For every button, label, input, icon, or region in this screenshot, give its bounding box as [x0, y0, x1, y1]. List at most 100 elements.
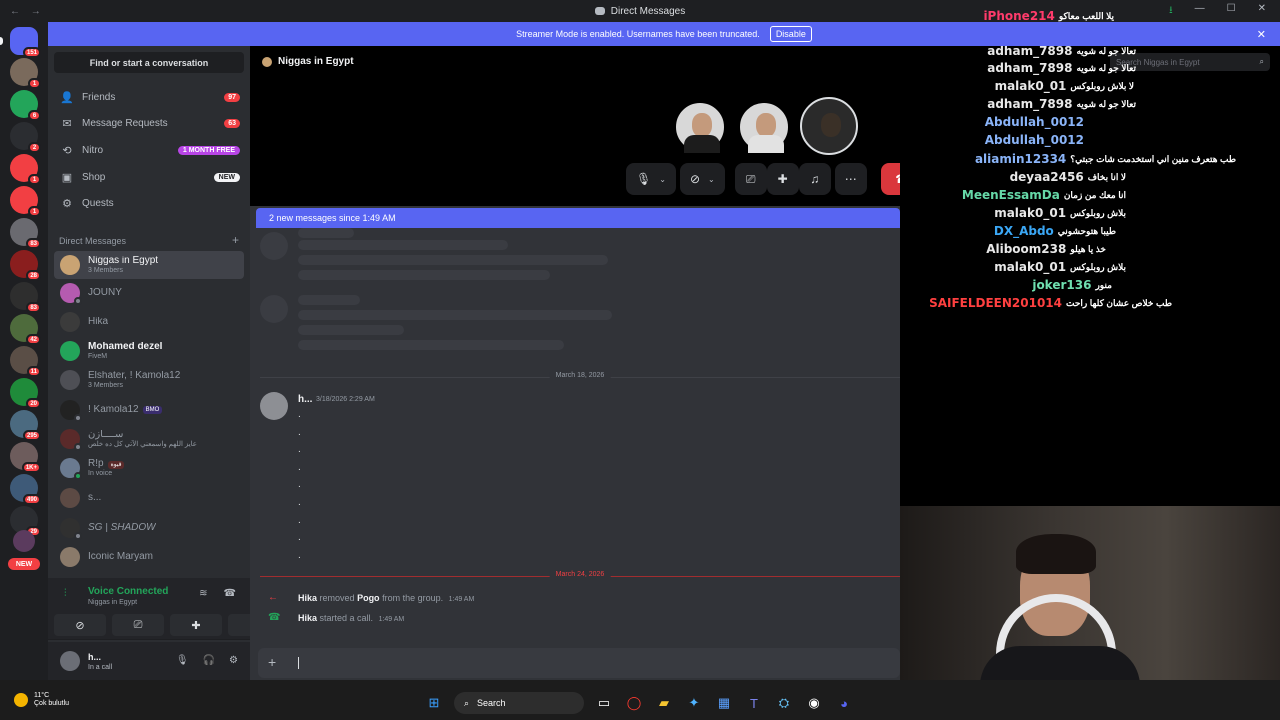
dm-item[interactable]: Elshater, ! Kamola12 3 Members [54, 366, 244, 394]
microphone-icon[interactable]: 🎙 [176, 655, 189, 666]
create-dm-button[interactable]: + [232, 234, 239, 246]
copilot-icon[interactable]: ✦ [684, 693, 704, 713]
actor-name[interactable]: Hika [298, 593, 317, 603]
nav-quests[interactable]: ⚙ Quests [54, 191, 244, 215]
author-name[interactable]: h... [298, 394, 312, 405]
message-line: . [298, 444, 301, 456]
unread-badge: 11 [26, 366, 41, 377]
server-icon[interactable]: 42 [10, 314, 41, 345]
forward-arrow-icon[interactable]: → [31, 6, 41, 17]
status-dot [74, 532, 82, 540]
actor-name[interactable]: Hika [298, 613, 317, 623]
maximize-button[interactable]: ☐ [1227, 3, 1236, 20]
dm-item[interactable]: SG | SHADOW [54, 514, 244, 542]
windows-start-icon[interactable]: ⊞ [424, 693, 444, 713]
camera-button[interactable]: ⊘ ⌄ [679, 163, 725, 195]
dm-item[interactable]: Hika [54, 308, 244, 336]
dm-item[interactable]: ســــازن عايز اللهم واسمعني الآتي كل ده خ… [54, 425, 244, 453]
discord-taskbar-icon[interactable]: ◕ [834, 693, 854, 713]
task-view-icon[interactable]: ▭ [594, 693, 614, 713]
voice-channel-name[interactable]: Niggas in Egypt [88, 599, 137, 606]
server-icon[interactable]: 1 [10, 154, 41, 185]
server-icon[interactable]: 83 [10, 282, 41, 313]
dm-activity: FiveM [88, 352, 108, 360]
nav-shop[interactable]: ▣ Shop NEW [54, 165, 244, 189]
participant-avatar[interactable] [800, 97, 858, 155]
more-options-button[interactable]: ⋯ [834, 163, 867, 195]
headphones-icon[interactable]: 🎧 [203, 655, 215, 666]
activity-button[interactable]: ✚ [766, 163, 799, 195]
server-icon[interactable] [13, 530, 35, 552]
server-icon[interactable]: 20 [10, 378, 41, 409]
file-explorer-icon[interactable]: ▰ [654, 693, 674, 713]
target-name[interactable]: Pogo [357, 593, 380, 603]
signal-icon[interactable]: ⫶ [64, 588, 67, 599]
app-icon[interactable]: ◉ [804, 693, 824, 713]
requests-badge: 63 [224, 118, 240, 128]
participant-avatar[interactable] [738, 101, 790, 153]
new-messages-bar[interactable]: 2 new messages since 1:49 AM [256, 208, 900, 228]
close-icon[interactable]: ✕ [1257, 28, 1266, 41]
find-conversation-button[interactable]: Find or start a conversation [54, 52, 244, 73]
server-icon[interactable]: 1K+ [10, 442, 41, 473]
chat-username: deyaa2456 [1009, 170, 1084, 184]
dm-item[interactable]: s... [54, 484, 244, 512]
text-cursor [298, 657, 299, 669]
back-arrow-icon[interactable]: ← [10, 6, 20, 17]
streamer-hair [1016, 534, 1096, 574]
download-icon[interactable]: ⭳ [1169, 3, 1173, 20]
user-name[interactable]: h... [88, 652, 101, 662]
message-composer[interactable]: + [258, 648, 900, 678]
activities-button[interactable]: ✚ [170, 614, 222, 636]
nav-message-requests[interactable]: ✉ Message Requests 63 [54, 111, 244, 135]
direct-messages-home-button[interactable]: 151 [10, 27, 41, 58]
disable-streamer-mode-button[interactable]: Disable [769, 26, 812, 42]
server-icon[interactable]: 28 [10, 250, 41, 281]
server-icon[interactable]: 83 [10, 218, 41, 249]
body [748, 135, 784, 153]
server-icon[interactable]: 2 [10, 122, 41, 153]
dm-item[interactable]: ! Kamola12 BMO [54, 396, 244, 424]
share-screen-button[interactable]: ⎚ [734, 163, 767, 195]
history-nav[interactable]: ← → [10, 6, 41, 17]
participant-avatar[interactable] [674, 101, 726, 153]
settings-gear-icon[interactable]: ⚙ [229, 655, 238, 666]
server-icon[interactable]: 295 [10, 410, 41, 441]
teams-icon[interactable]: T [744, 693, 764, 713]
dm-name: Iconic Maryam [88, 551, 154, 562]
disconnect-icon[interactable]: ☎ [224, 588, 236, 599]
nav-friends[interactable]: 👤 Friends 97 [54, 85, 244, 109]
noise-suppression-icon[interactable]: ≋ [199, 588, 207, 599]
opera-gx-icon[interactable]: ◯ [624, 693, 644, 713]
weather-widget[interactable]: 11°C Çok bulutlu [14, 692, 69, 709]
server-icon[interactable]: 6 [10, 90, 41, 121]
chevron-down-icon[interactable]: ⌄ [659, 175, 666, 184]
dm-item[interactable]: JOUNY [54, 279, 244, 307]
server-icon[interactable]: 1 [10, 186, 41, 217]
close-window-button[interactable]: ✕ [1258, 3, 1266, 20]
dm-item[interactable]: Iconic Maryam [54, 543, 244, 571]
message-line: . [298, 514, 301, 526]
screen-share-button[interactable]: ⎚ [112, 614, 164, 636]
author-avatar[interactable] [260, 392, 288, 420]
voice-status[interactable]: Voice Connected [88, 586, 168, 597]
chat-message: منور [1095, 279, 1112, 290]
dm-item[interactable]: R!p قيوة In voice [54, 454, 244, 482]
dm-item[interactable]: Niggas in Egypt 3 Members [54, 251, 244, 279]
soundboard-button[interactable]: ♫ [798, 163, 831, 195]
chevron-down-icon[interactable]: ⌄ [708, 175, 715, 184]
new-servers-pill[interactable]: NEW [8, 558, 40, 570]
server-icon[interactable]: 490 [10, 474, 41, 505]
add-attachment-icon[interactable]: + [268, 654, 276, 670]
server-icon[interactable]: 11 [10, 346, 41, 377]
camera-off-button[interactable]: ⊘ [54, 614, 106, 636]
dm-item[interactable]: Mohamed dezel FiveM [54, 337, 244, 365]
nav-nitro[interactable]: ⟲ Nitro 1 MONTH FREE [54, 138, 244, 162]
steam-icon[interactable]: ⛭ [774, 693, 794, 713]
user-avatar[interactable] [60, 651, 80, 671]
mute-button[interactable]: 🎙 ⌄ [626, 163, 676, 195]
store-icon[interactable]: ▦ [714, 693, 734, 713]
taskbar-search[interactable]: ⌕ Search [454, 692, 584, 714]
minimize-button[interactable]: — [1195, 3, 1205, 20]
server-icon[interactable]: 1 [10, 58, 41, 89]
